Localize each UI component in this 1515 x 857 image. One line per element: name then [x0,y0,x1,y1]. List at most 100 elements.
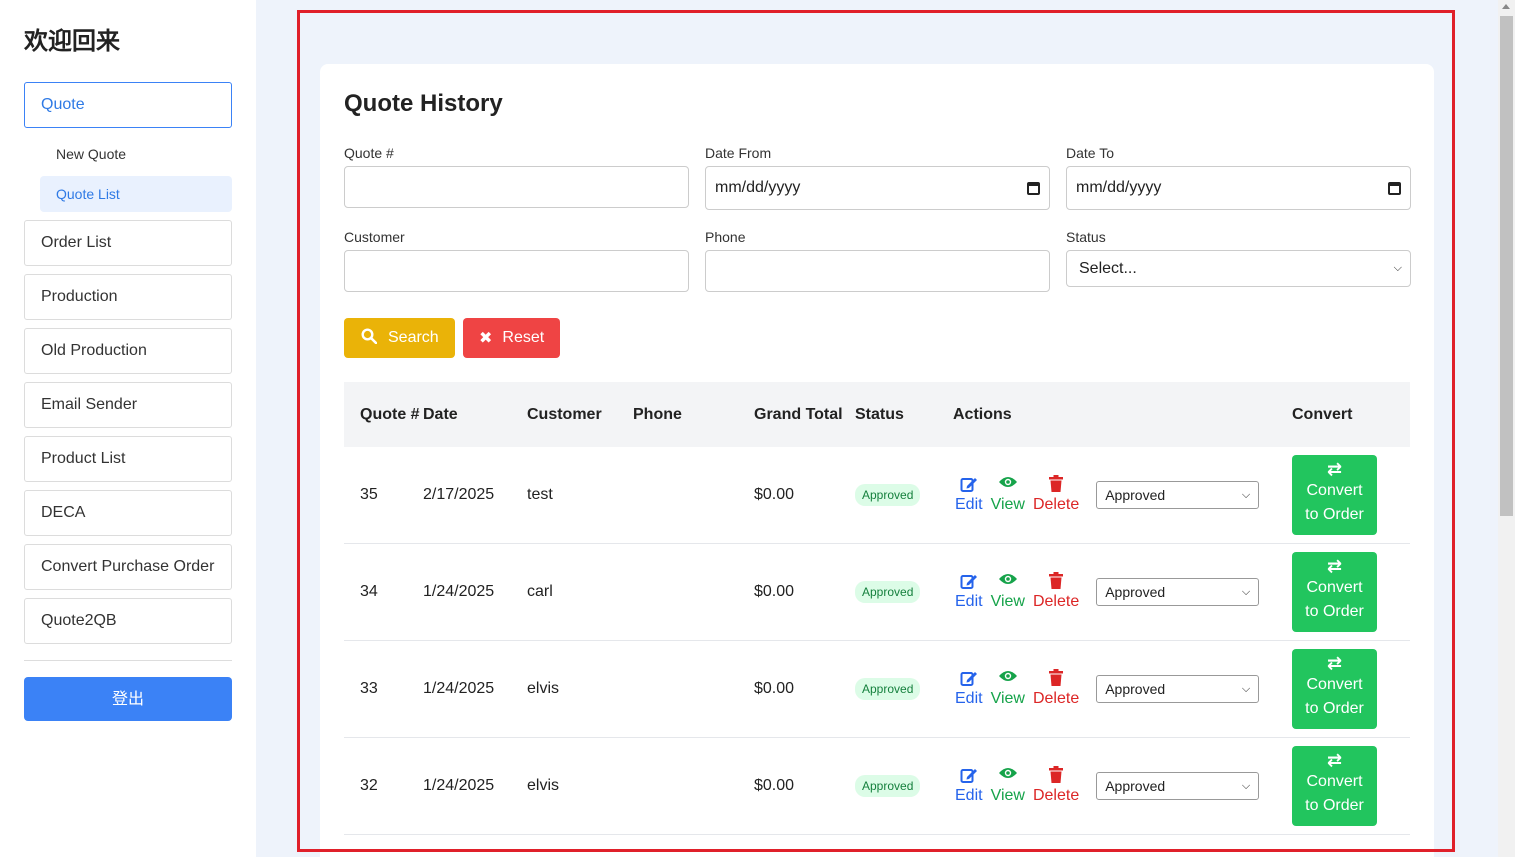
header-status: Status [855,405,904,423]
row-status-select[interactable]: Approved ⌵ [1096,578,1260,606]
date-from-label: Date From [705,145,772,161]
sidebar-item-convert-purchase-order[interactable]: Convert Purchase Order [24,544,232,590]
logout-button[interactable]: 登出 [24,677,232,721]
chevron-down-icon: ⌵ [1241,779,1251,792]
edit-button[interactable]: Edit [955,669,983,709]
filter-form: Quote # Date From mm/dd/yyyy Date To mm/… [344,144,1411,312]
convert-to-order-button[interactable]: ⇄ Convert to Order [1292,552,1377,632]
quote-history-card: Quote History Quote # Date From mm/dd/yy… [320,64,1434,857]
table-row: 34 1/24/2025 carl $0.00 Approved Edit View Dele… [344,544,1410,641]
status-badge: Approved [855,484,921,506]
cell-actions: Edit View Delete Approved ⌵ [953,572,1292,612]
convert-to-order-button[interactable]: ⇄ Convert to Order [1292,649,1377,729]
page-title: Quote History [344,90,503,117]
sidebar-item-product-list[interactable]: Product List [24,436,232,482]
exchange-icon: ⇄ [1326,653,1343,673]
cell-customer: elvis [527,680,560,697]
sidebar-item-quote[interactable]: Quote [24,82,232,128]
sidebar-item-email-sender[interactable]: Email Sender [24,382,232,428]
view-button[interactable]: View [991,572,1025,612]
delete-button[interactable]: Delete [1033,572,1079,612]
delete-button[interactable]: Delete [1033,669,1079,709]
phone-input[interactable] [705,250,1050,292]
delete-label: Delete [1032,593,1080,610]
status-select-value: Select... [1079,259,1137,277]
sidebar-item-production[interactable]: Production [24,274,232,320]
cell-quote-number: 32 [360,777,378,794]
row-status-select[interactable]: Approved ⌵ [1096,675,1260,703]
view-button[interactable]: View [991,475,1025,515]
view-label: View [990,690,1025,707]
close-icon: ✖ [479,330,493,347]
row-status-select-value: Approved [1105,487,1166,503]
page-scrollbar[interactable] [1498,0,1515,857]
sidebar-divider [24,660,232,661]
status-select[interactable]: Select... ⌵ [1066,250,1411,287]
scrollbar-thumb[interactable] [1500,16,1513,516]
cell-customer: test [527,486,553,503]
eye-icon [998,572,1018,592]
date-to-placeholder: mm/dd/yyyy [1076,179,1162,196]
sidebar-subitem-new-quote[interactable]: New Quote [40,136,232,172]
quote-number-label: Quote # [344,145,394,161]
cell-customer: carl [527,583,553,600]
edit-button[interactable]: Edit [955,572,983,612]
cell-date: 1/24/2025 [423,680,495,697]
delete-label: Delete [1032,690,1080,707]
cell-grand-total: $0.00 [754,680,795,697]
convert-to-order-button[interactable]: ⇄ Convert to Order [1292,455,1377,535]
date-to-label: Date To [1066,145,1114,161]
row-status-select[interactable]: Approved ⌵ [1096,772,1260,800]
sidebar-subitem-quote-list[interactable]: Quote List [40,176,232,212]
search-button[interactable]: Search [344,318,455,358]
customer-input[interactable] [344,250,689,292]
search-icon [360,327,378,349]
sidebar-item-quote2qb[interactable]: Quote2QB [24,598,232,644]
view-button[interactable]: View [991,669,1025,709]
view-label: View [990,496,1025,513]
quote-number-input[interactable] [344,166,689,208]
eye-icon [998,475,1018,495]
welcome-title: 欢迎回来 [24,27,120,55]
delete-button[interactable]: Delete [1033,766,1079,806]
scroll-up-arrow-icon[interactable] [1502,4,1510,9]
convert-label-line1: Convert [1306,579,1363,596]
row-status-select[interactable]: Approved ⌵ [1096,481,1260,509]
chevron-down-icon: ⌵ [1393,262,1402,274]
date-to-input[interactable]: mm/dd/yyyy [1066,166,1411,210]
cell-quote-number: 33 [360,680,378,697]
sidebar-item-deca[interactable]: DECA [24,490,232,536]
reset-button-label: Reset [502,329,545,346]
cell-convert: ⇄ Convert to Order [1292,552,1410,632]
trash-icon [1049,669,1064,689]
edit-button[interactable]: Edit [955,766,983,806]
cell-status: Approved [855,678,953,700]
reset-button[interactable]: ✖ Reset [463,318,560,358]
date-from-input[interactable]: mm/dd/yyyy [705,166,1050,210]
cell-status: Approved [855,581,953,603]
convert-to-order-button[interactable]: ⇄ Convert to Order [1292,746,1377,826]
sidebar-item-order-list[interactable]: Order List [24,220,232,266]
sidebar-item-old-production[interactable]: Old Production [24,328,232,374]
delete-button[interactable]: Delete [1033,475,1079,515]
calendar-icon[interactable] [1027,181,1040,195]
cell-actions: Edit View Delete Approved ⌵ [953,766,1292,806]
cell-actions: Edit View Delete Approved ⌵ [953,669,1292,709]
chevron-down-icon: ⌵ [1241,585,1251,598]
convert-label-line2: to Order [1305,506,1364,523]
edit-button[interactable]: Edit [955,475,983,515]
cell-quote-number: 34 [360,583,378,600]
view-button[interactable]: View [991,766,1025,806]
edit-icon [960,475,978,495]
header-date: Date [423,405,458,423]
header-actions: Actions [953,405,1012,423]
convert-label-line1: Convert [1306,773,1363,790]
cell-grand-total: $0.00 [754,777,795,794]
cell-date: 1/24/2025 [423,583,495,600]
cell-customer: elvis [527,777,560,794]
customer-label: Customer [344,229,405,245]
calendar-icon[interactable] [1388,181,1401,195]
exchange-icon: ⇄ [1326,556,1343,576]
row-status-select-value: Approved [1105,584,1166,600]
edit-label: Edit [955,787,983,804]
